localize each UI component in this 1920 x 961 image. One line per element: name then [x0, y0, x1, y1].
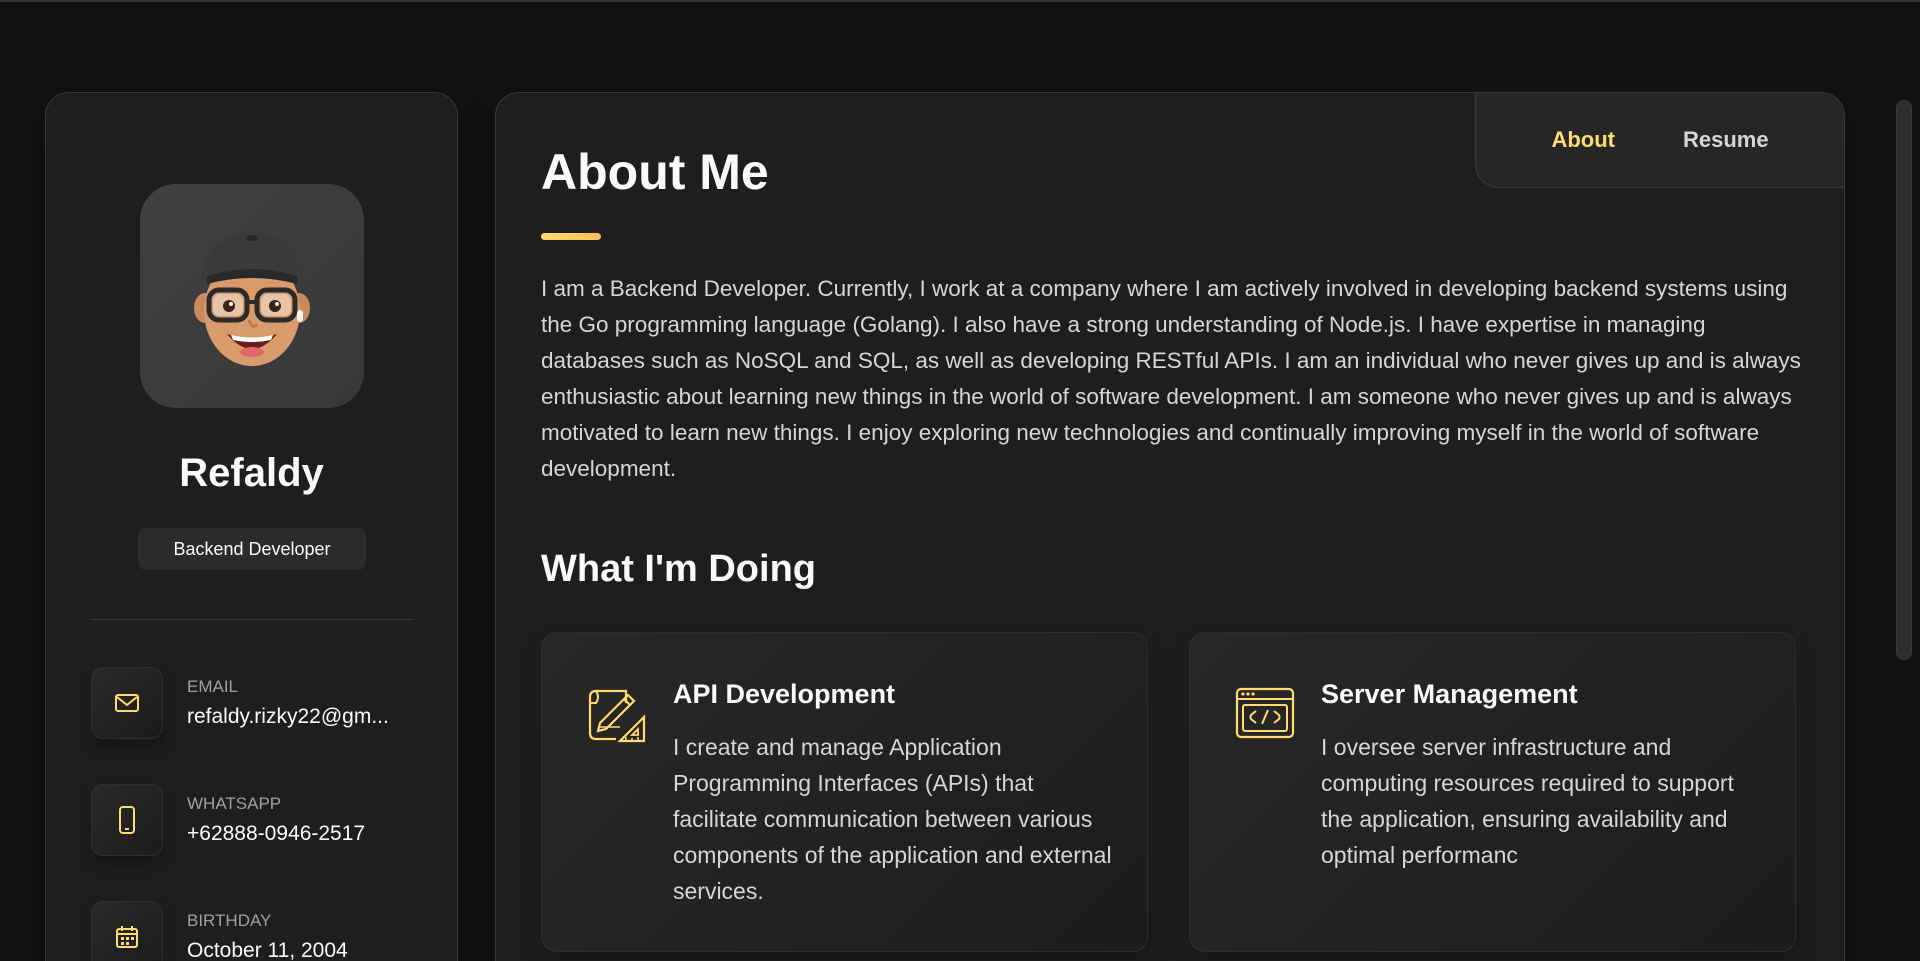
- phone-icon: [91, 784, 163, 856]
- navbar: About Resume: [1475, 93, 1844, 188]
- profile-title-badge: Backend Developer: [138, 528, 366, 570]
- profile-sidebar: Refaldy Backend Developer Email refaldy.…: [45, 92, 458, 961]
- service-card-api: API Development I create and manage Appl…: [541, 632, 1148, 952]
- code-window-icon: [1235, 687, 1295, 739]
- page-title: About Me: [541, 144, 769, 200]
- contact-whatsapp: Whatsapp +62888-0946-2517: [91, 784, 421, 856]
- service-text: I create and manage Application Programm…: [673, 734, 1112, 904]
- window-top-border: [0, 0, 1920, 2]
- service-card-server: Server Management I oversee server infra…: [1189, 632, 1796, 952]
- mail-icon: [91, 667, 163, 739]
- avatar: [140, 184, 364, 408]
- separator: [91, 619, 413, 620]
- contact-birthday-label: Birthday: [187, 911, 272, 930]
- scrollbar-thumb[interactable]: [1896, 100, 1912, 660]
- service-title: API Development: [673, 679, 896, 709]
- contact-birthday-value: October 11, 2004: [187, 939, 348, 961]
- service-title: Server Management: [1321, 679, 1578, 709]
- contact-whatsapp-label: Whatsapp: [187, 794, 282, 813]
- contact-email-label: Email: [187, 677, 239, 696]
- contact-email-link[interactable]: refaldy.rizky22@gm...: [187, 705, 407, 729]
- services-title: What I'm Doing: [541, 548, 816, 590]
- main-content: About Resume About Me I am a Backend Dev…: [495, 92, 1845, 961]
- contact-email: Email refaldy.rizky22@gm...: [91, 667, 421, 739]
- service-text: I oversee server infrastructure and comp…: [1321, 734, 1734, 868]
- about-text: I am a Backend Developer. Currently, I w…: [541, 276, 1801, 481]
- memoji-avatar-icon: [194, 232, 310, 366]
- contact-whatsapp-link[interactable]: +62888-0946-2517: [187, 822, 407, 846]
- contact-birthday: Birthday October 11, 2004: [91, 901, 421, 961]
- title-underline: [541, 233, 601, 240]
- design-tools-icon: [588, 689, 646, 743]
- profile-name: Refaldy: [179, 451, 324, 495]
- nav-about[interactable]: About: [1551, 127, 1615, 153]
- calendar-icon: [91, 901, 163, 961]
- nav-resume[interactable]: Resume: [1683, 127, 1769, 153]
